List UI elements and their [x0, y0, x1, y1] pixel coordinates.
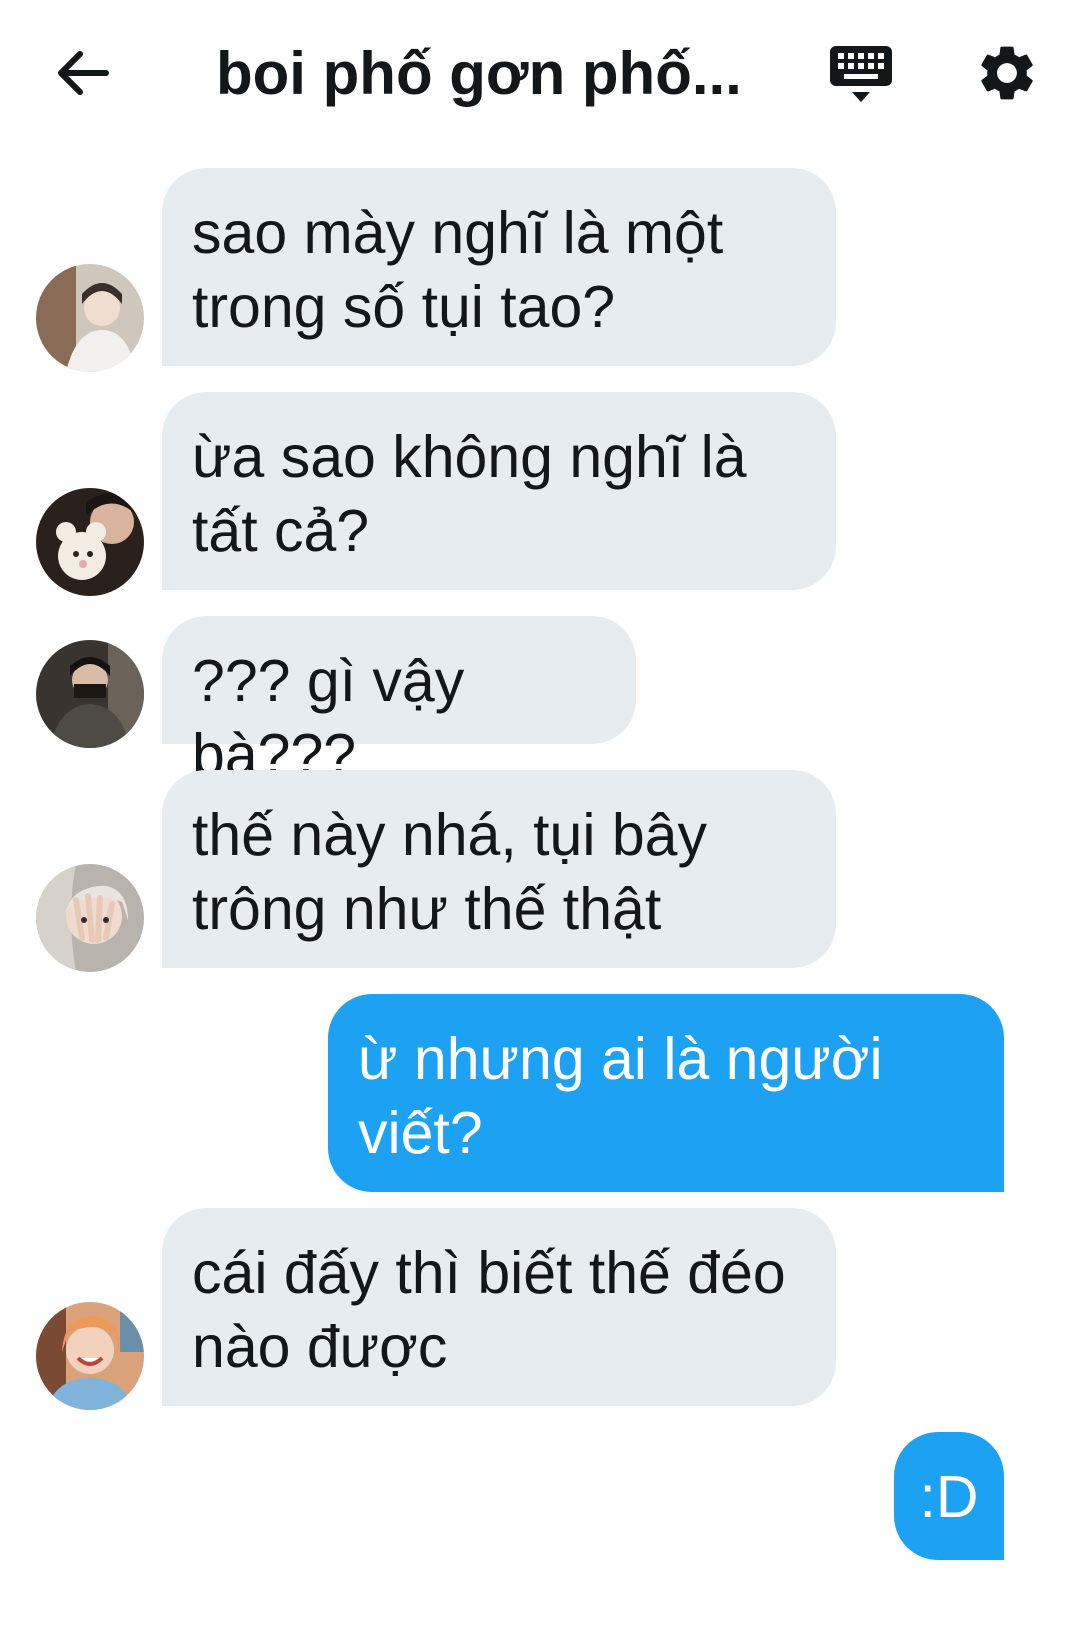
keyboard-button[interactable]: [826, 44, 898, 108]
avatar[interactable]: [36, 1302, 144, 1410]
message-bubble-incoming[interactable]: ??? gì vậy bà???: [162, 616, 636, 788]
keyboard-icon: [830, 46, 892, 102]
message-bubble-incoming[interactable]: ừa sao không nghĩ là tất cả?: [162, 392, 836, 590]
avatar[interactable]: [36, 640, 144, 748]
message-bubble-outgoing[interactable]: ừ nhưng ai là người viết?: [328, 994, 1004, 1192]
message-bubble-incoming[interactable]: sao mày nghĩ là một trong số tụi tao?: [162, 168, 836, 366]
gear-icon: [981, 46, 1033, 100]
avatar[interactable]: [36, 864, 144, 972]
conversation-header: boi phố gơn phố...: [0, 0, 1066, 150]
arrow-left-icon: [58, 51, 109, 95]
settings-button[interactable]: [974, 40, 1040, 106]
message-bubble-incoming[interactable]: thế này nhá, tụi bây trông như thế thật: [162, 770, 836, 968]
back-button[interactable]: [52, 42, 114, 104]
message-bubble-outgoing[interactable]: :D: [894, 1432, 1004, 1560]
avatar[interactable]: [36, 488, 144, 596]
conversation-title: boi phố gơn phố...: [216, 40, 742, 107]
avatar[interactable]: [36, 264, 144, 372]
message-bubble-incoming[interactable]: cái đấy thì biết thế đéo nào được: [162, 1208, 836, 1406]
